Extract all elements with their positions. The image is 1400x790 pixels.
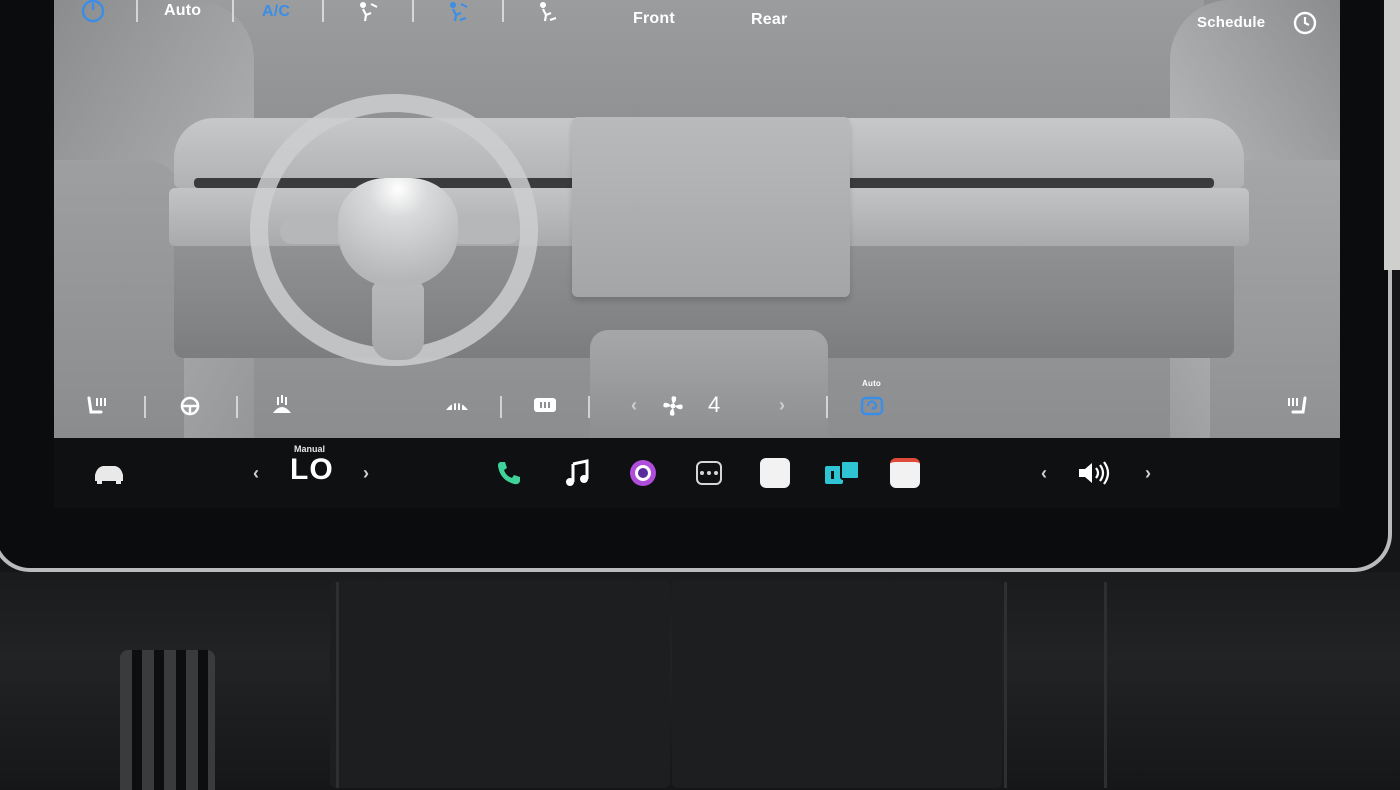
toybox-icon[interactable] (822, 456, 862, 490)
divider (826, 396, 828, 418)
notes-icon[interactable] (758, 456, 792, 490)
seat-heater-icon[interactable] (84, 393, 112, 419)
taskbar: ‹ Manual LO › ‹ › (54, 438, 1340, 508)
window-light (1384, 0, 1400, 270)
steering-hub-render (338, 178, 458, 288)
rear-vent-label[interactable]: Rear (751, 11, 787, 29)
volume-increase-button[interactable]: › (1140, 460, 1156, 486)
console-panel-right (672, 580, 1002, 788)
fan-increase-button[interactable]: › (774, 392, 790, 418)
divider (502, 0, 504, 22)
divider (322, 0, 324, 22)
left-seat-render (54, 160, 184, 438)
phone-icon[interactable] (492, 456, 526, 490)
recirculation-mode-label: Auto (862, 379, 882, 388)
volume-decrease-button[interactable]: ‹ (1036, 460, 1052, 486)
rear-defrost-icon[interactable] (530, 393, 560, 419)
calendar-icon[interactable] (888, 456, 922, 490)
clock-icon[interactable] (1292, 10, 1318, 36)
temp-value[interactable]: LO (290, 453, 334, 487)
power-icon[interactable] (80, 0, 106, 24)
divider (232, 0, 234, 22)
fan-decrease-button[interactable]: ‹ (626, 392, 642, 418)
touchscreen: Auto A/C Front Rear Schedule ‹ 4 › Auto … (54, 0, 1340, 508)
steering-spoke-right (450, 218, 520, 244)
car-icon[interactable] (90, 460, 128, 486)
voice-orb-icon[interactable] (626, 456, 660, 490)
temp-decrease-button[interactable]: ‹ (248, 460, 264, 486)
wiper-defrost-icon[interactable] (268, 392, 296, 420)
ac-button[interactable]: A/C (262, 3, 290, 21)
divider (136, 0, 138, 22)
volume-icon[interactable] (1074, 456, 1114, 490)
console-seam (1104, 582, 1107, 788)
temp-increase-button[interactable]: › (358, 460, 374, 486)
climate-view: Auto A/C Front Rear Schedule ‹ 4 › Auto (54, 0, 1340, 438)
steering-wheel-heater-icon[interactable] (176, 393, 204, 419)
airflow-feet-icon[interactable] (536, 0, 560, 24)
recirculation-icon[interactable] (858, 392, 886, 420)
divider (412, 0, 414, 22)
music-note-icon[interactable] (560, 456, 594, 490)
divider (144, 396, 146, 418)
console-seam (336, 582, 339, 788)
center-console-render (590, 330, 828, 438)
front-vent-label[interactable]: Front (633, 10, 675, 28)
divider (500, 396, 502, 418)
dots-icon[interactable] (692, 456, 726, 490)
fan-speed-value: 4 (708, 392, 721, 417)
console-panel-left (330, 580, 670, 788)
seat-heater-icon[interactable] (1282, 393, 1310, 419)
steering-spoke-bottom (372, 282, 424, 360)
fan-icon (658, 391, 688, 421)
divider (588, 396, 590, 418)
console-seam (1004, 582, 1007, 788)
pedal (120, 650, 215, 790)
schedule-button[interactable]: Schedule (1197, 14, 1265, 31)
airflow-face-feet-icon[interactable] (446, 0, 470, 24)
airflow-face-icon[interactable] (356, 0, 380, 24)
front-defrost-icon[interactable] (442, 393, 472, 419)
auto-button[interactable]: Auto (164, 2, 201, 20)
center-display-render (572, 117, 850, 297)
divider (236, 396, 238, 418)
